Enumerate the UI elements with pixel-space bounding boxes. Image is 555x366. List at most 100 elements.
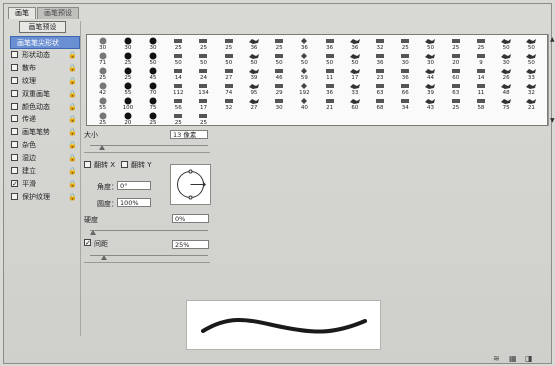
grid-icon[interactable]: ▦ (509, 355, 518, 363)
brush-tip[interactable]: 50 (317, 51, 342, 66)
sidebar-item[interactable]: 画笔笔势 🔒 (10, 126, 80, 139)
brush-tip[interactable]: 32 (519, 81, 544, 96)
sidebar-item[interactable]: 纹理 🔒 (10, 75, 80, 88)
sidebar-item[interactable]: 杂色 🔒 (10, 139, 80, 152)
brush-tip[interactable]: 25 (267, 36, 292, 51)
brush-tip[interactable]: 39 (241, 66, 266, 81)
brush-tip[interactable]: 95 (241, 81, 266, 96)
brush-tip[interactable]: 25 (468, 36, 493, 51)
brush-tip[interactable]: 21 (317, 96, 342, 111)
sidebar-item[interactable]: 湿边 🔒 (10, 152, 80, 165)
brush-tip[interactable]: 71 (90, 51, 115, 66)
brush-tip[interactable]: 44 (418, 66, 443, 81)
sidebar-item[interactable]: 颜色动态 🔒 (10, 101, 80, 114)
brush-tip[interactable]: 24 (191, 66, 216, 81)
brush-tip[interactable]: 48 (494, 81, 519, 96)
brush-tip[interactable]: 36 (292, 36, 317, 51)
brush-grid-scrollbar[interactable]: ▲ ▼ (548, 34, 555, 126)
lock-icon[interactable]: 🔒 (68, 75, 77, 87)
angle-field[interactable]: 0° (117, 181, 151, 190)
brush-tip[interactable]: 60 (443, 66, 468, 81)
brush-tip[interactable]: 75 (140, 96, 165, 111)
sidebar-item-checkbox[interactable] (11, 102, 18, 110)
brush-tip[interactable]: 30 (494, 51, 519, 66)
brush-tip[interactable]: 25 (166, 111, 191, 125)
brush-tip[interactable]: 25 (191, 111, 216, 125)
brush-tip[interactable]: 20 (115, 111, 140, 125)
sidebar-item-checkbox[interactable] (11, 89, 18, 97)
brush-tip[interactable]: 25 (90, 111, 115, 125)
sidebar-item[interactable]: 建立 🔒 (10, 165, 80, 178)
sidebar-item-checkbox[interactable] (11, 141, 18, 149)
sidebar-item[interactable]: ✓ 平滑 🔒 (10, 178, 80, 191)
brush-tip[interactable]: 36 (342, 36, 367, 51)
sidebar-item[interactable]: 双重画笔 🔒 (10, 88, 80, 101)
brush-tip[interactable]: 50 (519, 51, 544, 66)
brush-tip[interactable]: 21 (519, 96, 544, 111)
size-slider-knob[interactable] (98, 145, 105, 150)
toggle-brush-icon[interactable]: ≋ (493, 355, 502, 363)
brush-tip[interactable]: 70 (140, 81, 165, 96)
lock-icon[interactable]: 🔒 (68, 49, 77, 61)
brush-tip[interactable]: 26 (494, 66, 519, 81)
scroll-up-icon[interactable]: ▲ (550, 36, 555, 43)
spacing-field[interactable]: 25% (172, 240, 209, 249)
brush-tip[interactable]: 29 (267, 81, 292, 96)
spacing-slider-knob[interactable] (101, 255, 108, 260)
lock-icon[interactable]: 🔒 (68, 139, 77, 151)
brush-tip[interactable]: 11 (468, 81, 493, 96)
sidebar-item-checkbox[interactable] (11, 154, 18, 162)
brush-tip[interactable]: 55 (90, 96, 115, 111)
brush-tip[interactable]: 30 (90, 36, 115, 51)
brush-tip[interactable]: 50 (519, 36, 544, 51)
brush-tip[interactable]: 50 (216, 51, 241, 66)
brush-tip[interactable]: 33 (342, 81, 367, 96)
brush-tip[interactable]: 50 (267, 51, 292, 66)
brush-tip[interactable]: 63 (367, 81, 392, 96)
roundness-field[interactable]: 100% (117, 198, 151, 207)
brush-tip[interactable]: 34 (393, 96, 418, 111)
brush-tip[interactable]: 50 (494, 36, 519, 51)
brush-tip[interactable]: 36 (393, 66, 418, 81)
lock-icon[interactable]: 🔒 (68, 62, 77, 74)
brush-tip[interactable]: 30 (418, 51, 443, 66)
brush-tip[interactable]: 50 (191, 51, 216, 66)
brush-tip[interactable]: 17 (191, 96, 216, 111)
brush-tip[interactable]: 39 (418, 81, 443, 96)
brush-tip[interactable]: 112 (166, 81, 191, 96)
sidebar-item-checkbox[interactable]: ✓ (11, 179, 18, 187)
brush-tip[interactable]: 25 (166, 36, 191, 51)
scroll-down-icon[interactable]: ▼ (550, 117, 555, 124)
flip-x-checkbox[interactable] (84, 161, 91, 168)
brush-tip[interactable]: 45 (140, 66, 165, 81)
spacing-slider[interactable] (90, 255, 208, 260)
brush-tip[interactable]: 30 (393, 51, 418, 66)
brush-tip[interactable]: 32 (216, 96, 241, 111)
brush-tip[interactable]: 27 (216, 66, 241, 81)
brush-tip[interactable]: 25 (115, 66, 140, 81)
brush-tip[interactable]: 55 (115, 81, 140, 96)
sidebar-item-checkbox[interactable] (11, 167, 18, 175)
lock-icon[interactable]: 🔒 (68, 101, 77, 113)
sidebar-item-checkbox[interactable] (11, 128, 18, 136)
lock-icon[interactable]: 🔒 (68, 88, 77, 100)
hardness-slider-knob[interactable] (90, 230, 96, 235)
brush-tip[interactable]: 36 (317, 36, 342, 51)
sidebar-item-checkbox[interactable] (11, 115, 18, 123)
lock-icon[interactable]: 🔒 (68, 178, 77, 190)
angle-roundness-widget[interactable] (170, 164, 211, 205)
brush-tip[interactable]: 36 (367, 51, 392, 66)
brush-tip[interactable]: 40 (292, 96, 317, 111)
sidebar-item-checkbox[interactable] (11, 51, 18, 58)
brush-tip[interactable]: 17 (342, 66, 367, 81)
brush-tip[interactable]: 30 (140, 36, 165, 51)
brush-tip[interactable]: 32 (367, 36, 392, 51)
tab-brush[interactable]: 画笔 (8, 7, 36, 19)
sidebar-item[interactable]: 画笔笔尖形状 (10, 36, 80, 49)
brush-tip[interactable]: 30 (267, 96, 292, 111)
sidebar-item[interactable]: 散布 🔒 (10, 62, 80, 75)
brush-tip[interactable]: 25 (90, 66, 115, 81)
brush-tip[interactable]: 58 (468, 96, 493, 111)
brush-tip[interactable]: 56 (166, 96, 191, 111)
brush-presets-button[interactable]: 画笔预设 (19, 21, 66, 33)
